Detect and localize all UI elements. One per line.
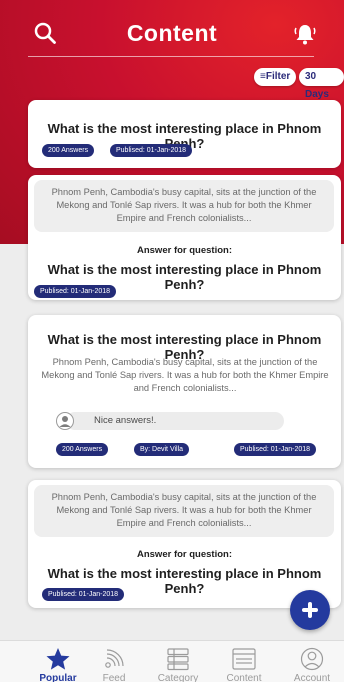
nav-label: Category — [157, 673, 199, 682]
date-range-button[interactable]: 30 Days — [299, 68, 344, 100]
add-button[interactable] — [290, 590, 330, 630]
nav-item-popular[interactable]: Popular — [28, 647, 88, 682]
answer-excerpt: Phnom Penh, Cambodia's busy capital, sit… — [34, 180, 334, 232]
nav-item-account[interactable]: Account — [282, 647, 342, 682]
published-badge: Publised: 01-Jan-2018 — [34, 285, 117, 298]
published-badge: Publised: 01-Jan-2018 — [110, 144, 193, 157]
article-icon — [232, 648, 256, 670]
nav-label: Account — [293, 673, 331, 682]
nav-item-feed[interactable]: Feed — [84, 647, 144, 682]
author-badge: By: Devit Villa — [134, 443, 190, 456]
answer-card[interactable]: Phnom Penh, Cambodia's busy capital, sit… — [28, 175, 341, 300]
answer-card[interactable]: Phnom Penh, Cambodia's busy capital, sit… — [28, 480, 341, 608]
published-badge: Publised: 01-Jan-2018 — [42, 588, 125, 601]
question-excerpt: Phnom Penh, Cambodia's busy capital, sit… — [41, 357, 329, 393]
nav-label: Feed — [102, 673, 126, 682]
answer-for-label: Answer for question: — [136, 549, 232, 560]
answer-for-label: Answer for question: — [136, 245, 232, 256]
nav-item-content[interactable]: Content — [214, 647, 274, 682]
user-icon — [300, 647, 324, 671]
question-card[interactable]: What is the most interesting place in Ph… — [28, 315, 341, 468]
header-divider — [28, 56, 314, 57]
avatar — [56, 412, 74, 430]
answer-excerpt: Phnom Penh, Cambodia's busy capital, sit… — [34, 485, 334, 537]
top-bar: Content — [0, 0, 344, 58]
nav-label: Popular — [39, 673, 77, 682]
rss-icon — [105, 649, 124, 668]
star-icon — [46, 648, 70, 670]
reply-bubble: Nice answers!. — [66, 412, 284, 430]
filter-button[interactable]: ≡Filter — [254, 68, 297, 86]
list-icon — [167, 648, 189, 671]
bottom-nav: Popular Feed Category Content Account — [0, 640, 344, 682]
published-badge: Publised: 01-Jan-2018 — [234, 443, 317, 456]
nav-label: Content — [226, 673, 262, 682]
answers-count-badge: 200 Answers — [42, 144, 95, 157]
answers-count-badge: 200 Answers — [56, 443, 109, 456]
question-card[interactable]: What is the most interesting place in Ph… — [28, 100, 341, 168]
nav-item-category[interactable]: Category — [148, 647, 208, 682]
bell-icon[interactable] — [293, 22, 317, 46]
